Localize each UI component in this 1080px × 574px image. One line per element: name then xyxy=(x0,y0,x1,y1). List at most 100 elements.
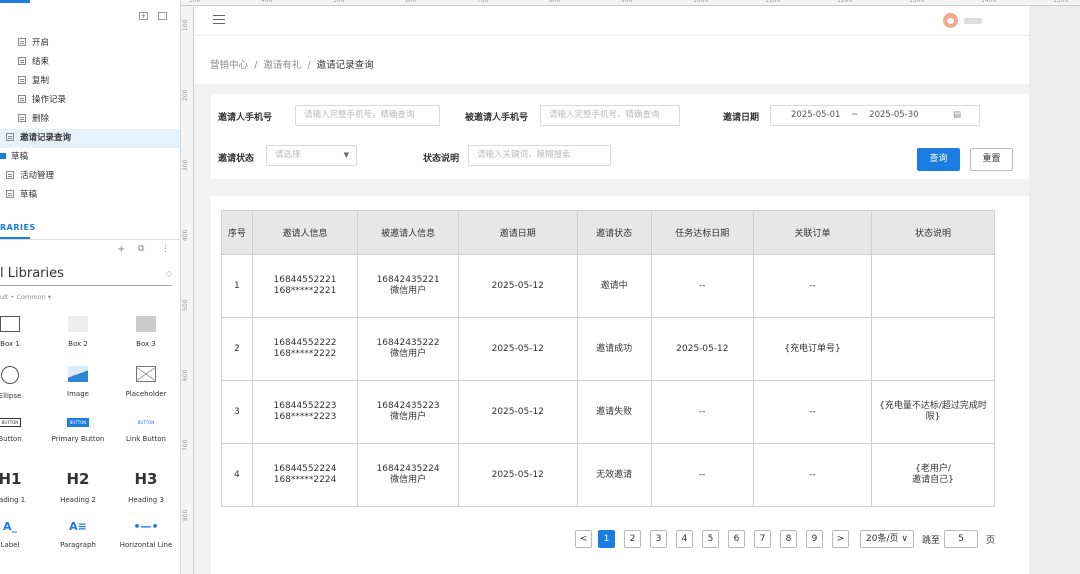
table-row[interactable]: 2 16844552222 168*****2222 16842435222 微信用户 2… xyxy=(221,317,996,381)
table-cell: 16842435223 微信用户 xyxy=(357,380,459,444)
widget-label: Box 1 xyxy=(0,340,20,348)
cell-text: 2025-05-12 xyxy=(491,406,544,417)
page-number-button[interactable]: 5 xyxy=(702,530,719,548)
page-tree-item[interactable]: 邀请记录查询 xyxy=(0,129,180,148)
breadcrumb-separator: / xyxy=(307,60,311,71)
cell-text: 16844552223 xyxy=(273,401,337,411)
page-number-button[interactable]: 7 xyxy=(754,530,771,548)
table-row[interactable]: 3 16844552223 168*****2223 16842435223 微信用户 2… xyxy=(221,380,996,444)
table-cell: {充电量不达标/超过完成时限} xyxy=(870,380,996,444)
jump-input[interactable]: 5 xyxy=(944,530,978,548)
widget-item[interactable]: BUTTON Link Button xyxy=(116,418,176,443)
cell-text: 3 xyxy=(234,406,240,417)
table-cell: 16844552223 168*****2223 xyxy=(251,380,359,444)
widget-item[interactable]: BUTTON Primary Button xyxy=(48,418,108,443)
page-tree-label: 活动管理 xyxy=(20,171,55,181)
page-tree-item[interactable]: 复制 xyxy=(18,72,49,91)
page-tree-item[interactable]: 结束 xyxy=(18,53,49,72)
breadcrumb-separator: / xyxy=(254,60,258,71)
chevron-down-icon: ▼ xyxy=(343,151,349,159)
breadcrumb-current: 邀请记录查询 xyxy=(316,60,374,71)
page-number-button[interactable]: 4 xyxy=(676,530,693,548)
cell-text: 16842435223 xyxy=(376,401,440,411)
table-cell: 无效邀请 xyxy=(576,443,652,507)
desc-input[interactable]: 请输入关键词，模糊搜索 xyxy=(468,145,611,166)
table-header-cell: 邀请日期 xyxy=(457,210,578,255)
libraries-tab[interactable]: RARIES xyxy=(0,216,181,240)
user-name-placeholder[interactable] xyxy=(964,18,982,24)
next-page-button[interactable]: > xyxy=(832,530,849,548)
library-menu-icon[interactable]: ⋮ xyxy=(161,244,170,254)
table-header-row: 序号 邀请人信息 被邀请人信息 邀请日期 邀请状态 任务达标日期 关联订单 状态说明 xyxy=(221,210,996,255)
table-cell xyxy=(870,254,996,318)
table-cell: 2025-05-12 xyxy=(457,443,578,507)
page-tree-item[interactable]: 操作记录 xyxy=(18,91,66,110)
page-number-button[interactable]: 9 xyxy=(806,530,823,548)
page-tree-item[interactable]: 草稿 xyxy=(6,186,37,205)
cell-text: 2025-05-12 xyxy=(491,280,544,291)
invitee-phone-input[interactable]: 请输入完整手机号，精确查询 xyxy=(540,105,680,126)
widget-item[interactable]: A_ Label xyxy=(0,520,40,549)
query-button[interactable]: 查询 xyxy=(917,148,960,171)
page-tree-item[interactable]: 活动管理 xyxy=(6,167,54,186)
table-cell: -- xyxy=(753,380,872,444)
table-cell: -- xyxy=(753,443,872,507)
button-icon: BUTTON xyxy=(0,418,40,427)
library-selector[interactable]: l Libraries ◇ xyxy=(0,266,172,286)
breadcrumb: 营销中心 / 邀请有礼 / 邀请记录查询 xyxy=(210,57,374,71)
cell-text: 168*****2224 xyxy=(273,475,337,485)
label-icon: A_ xyxy=(0,520,40,533)
library-subtitle[interactable]: ult • Common ▾ xyxy=(0,293,51,301)
cell-text: 邀请中 xyxy=(600,280,628,291)
breadcrumb-item[interactable]: 营销中心 xyxy=(210,60,248,71)
table-cell: 2 xyxy=(221,317,253,381)
ruler-tick-label: 1000 xyxy=(693,0,709,4)
widget-item[interactable]: Box 1 xyxy=(0,316,40,348)
page-number-button[interactable]: 2 xyxy=(624,530,641,548)
widget-item[interactable]: H3 Heading 3 xyxy=(116,470,176,504)
widget-item[interactable]: Box 2 xyxy=(48,316,108,348)
page-number-button[interactable]: 3 xyxy=(650,530,667,548)
status-select[interactable]: 请选择 ▼ xyxy=(266,145,357,166)
ruler-tick-label: 600 xyxy=(405,0,417,4)
widget-item[interactable]: H2 Heading 2 xyxy=(48,470,108,504)
page-number-button[interactable]: 8 xyxy=(780,530,797,548)
table-row[interactable]: 1 16844552221 168*****2221 16842435221 微信用户 2… xyxy=(221,254,996,318)
date-range-picker[interactable]: 2025-05-01 ~ 2025-05-30 ▤ xyxy=(770,105,980,126)
widget-item[interactable]: Ellipse xyxy=(0,366,40,400)
page-number-button[interactable]: 1 xyxy=(598,530,615,548)
avatar[interactable] xyxy=(943,13,958,28)
reset-button[interactable]: 重置 xyxy=(970,148,1013,171)
calendar-icon[interactable]: ▤ xyxy=(953,106,961,125)
ruler-tick-label: 1100 xyxy=(765,0,781,4)
add-page-icon[interactable]: + xyxy=(139,12,148,20)
widget-item[interactable]: BUTTON Button xyxy=(0,418,40,443)
widget-item[interactable]: A≡ Paragraph xyxy=(48,520,108,549)
page-tree-item[interactable]: 删除 xyxy=(18,110,49,129)
prev-page-button[interactable]: < xyxy=(575,530,592,548)
table-cell: -- xyxy=(650,443,755,507)
page-icon xyxy=(6,171,14,179)
page-number-button[interactable]: 6 xyxy=(728,530,745,548)
widget-item[interactable]: Box 3 xyxy=(116,316,176,348)
table-row[interactable]: 4 16844552224 168*****2224 16842435224 微信用户 2… xyxy=(221,443,996,507)
page-size-select[interactable]: 20条/页 ∨ xyxy=(860,530,914,548)
widget-item[interactable]: •—• Horizontal Line xyxy=(116,520,176,549)
inviter-phone-input[interactable]: 请输入完整手机号，精确查询 xyxy=(295,105,440,126)
page-tree-item[interactable]: 草稿 xyxy=(0,148,28,167)
widget-item[interactable]: H1 eading 1 xyxy=(0,470,40,504)
menu-icon[interactable] xyxy=(213,15,225,25)
ruler-tick-label: 1500 xyxy=(1053,0,1069,4)
breadcrumb-item[interactable]: 邀请有礼 xyxy=(263,60,301,71)
widget-item[interactable]: Placeholder xyxy=(116,366,176,398)
link-button-icon: BUTTON xyxy=(116,418,176,427)
add-library-icon[interactable]: + xyxy=(117,244,125,255)
page-tree-item[interactable]: 开启 xyxy=(18,34,49,53)
cell-text: 2025-05-12 xyxy=(491,469,544,480)
cell-text: 微信用户 xyxy=(390,286,427,296)
library-options-icon[interactable]: ⧉ xyxy=(138,244,144,254)
widget-label: Horizontal Line xyxy=(119,541,173,549)
libraries-tab-label: RARIES xyxy=(0,223,36,232)
widget-item[interactable]: Image xyxy=(48,366,108,398)
add-folder-icon[interactable] xyxy=(158,12,167,20)
